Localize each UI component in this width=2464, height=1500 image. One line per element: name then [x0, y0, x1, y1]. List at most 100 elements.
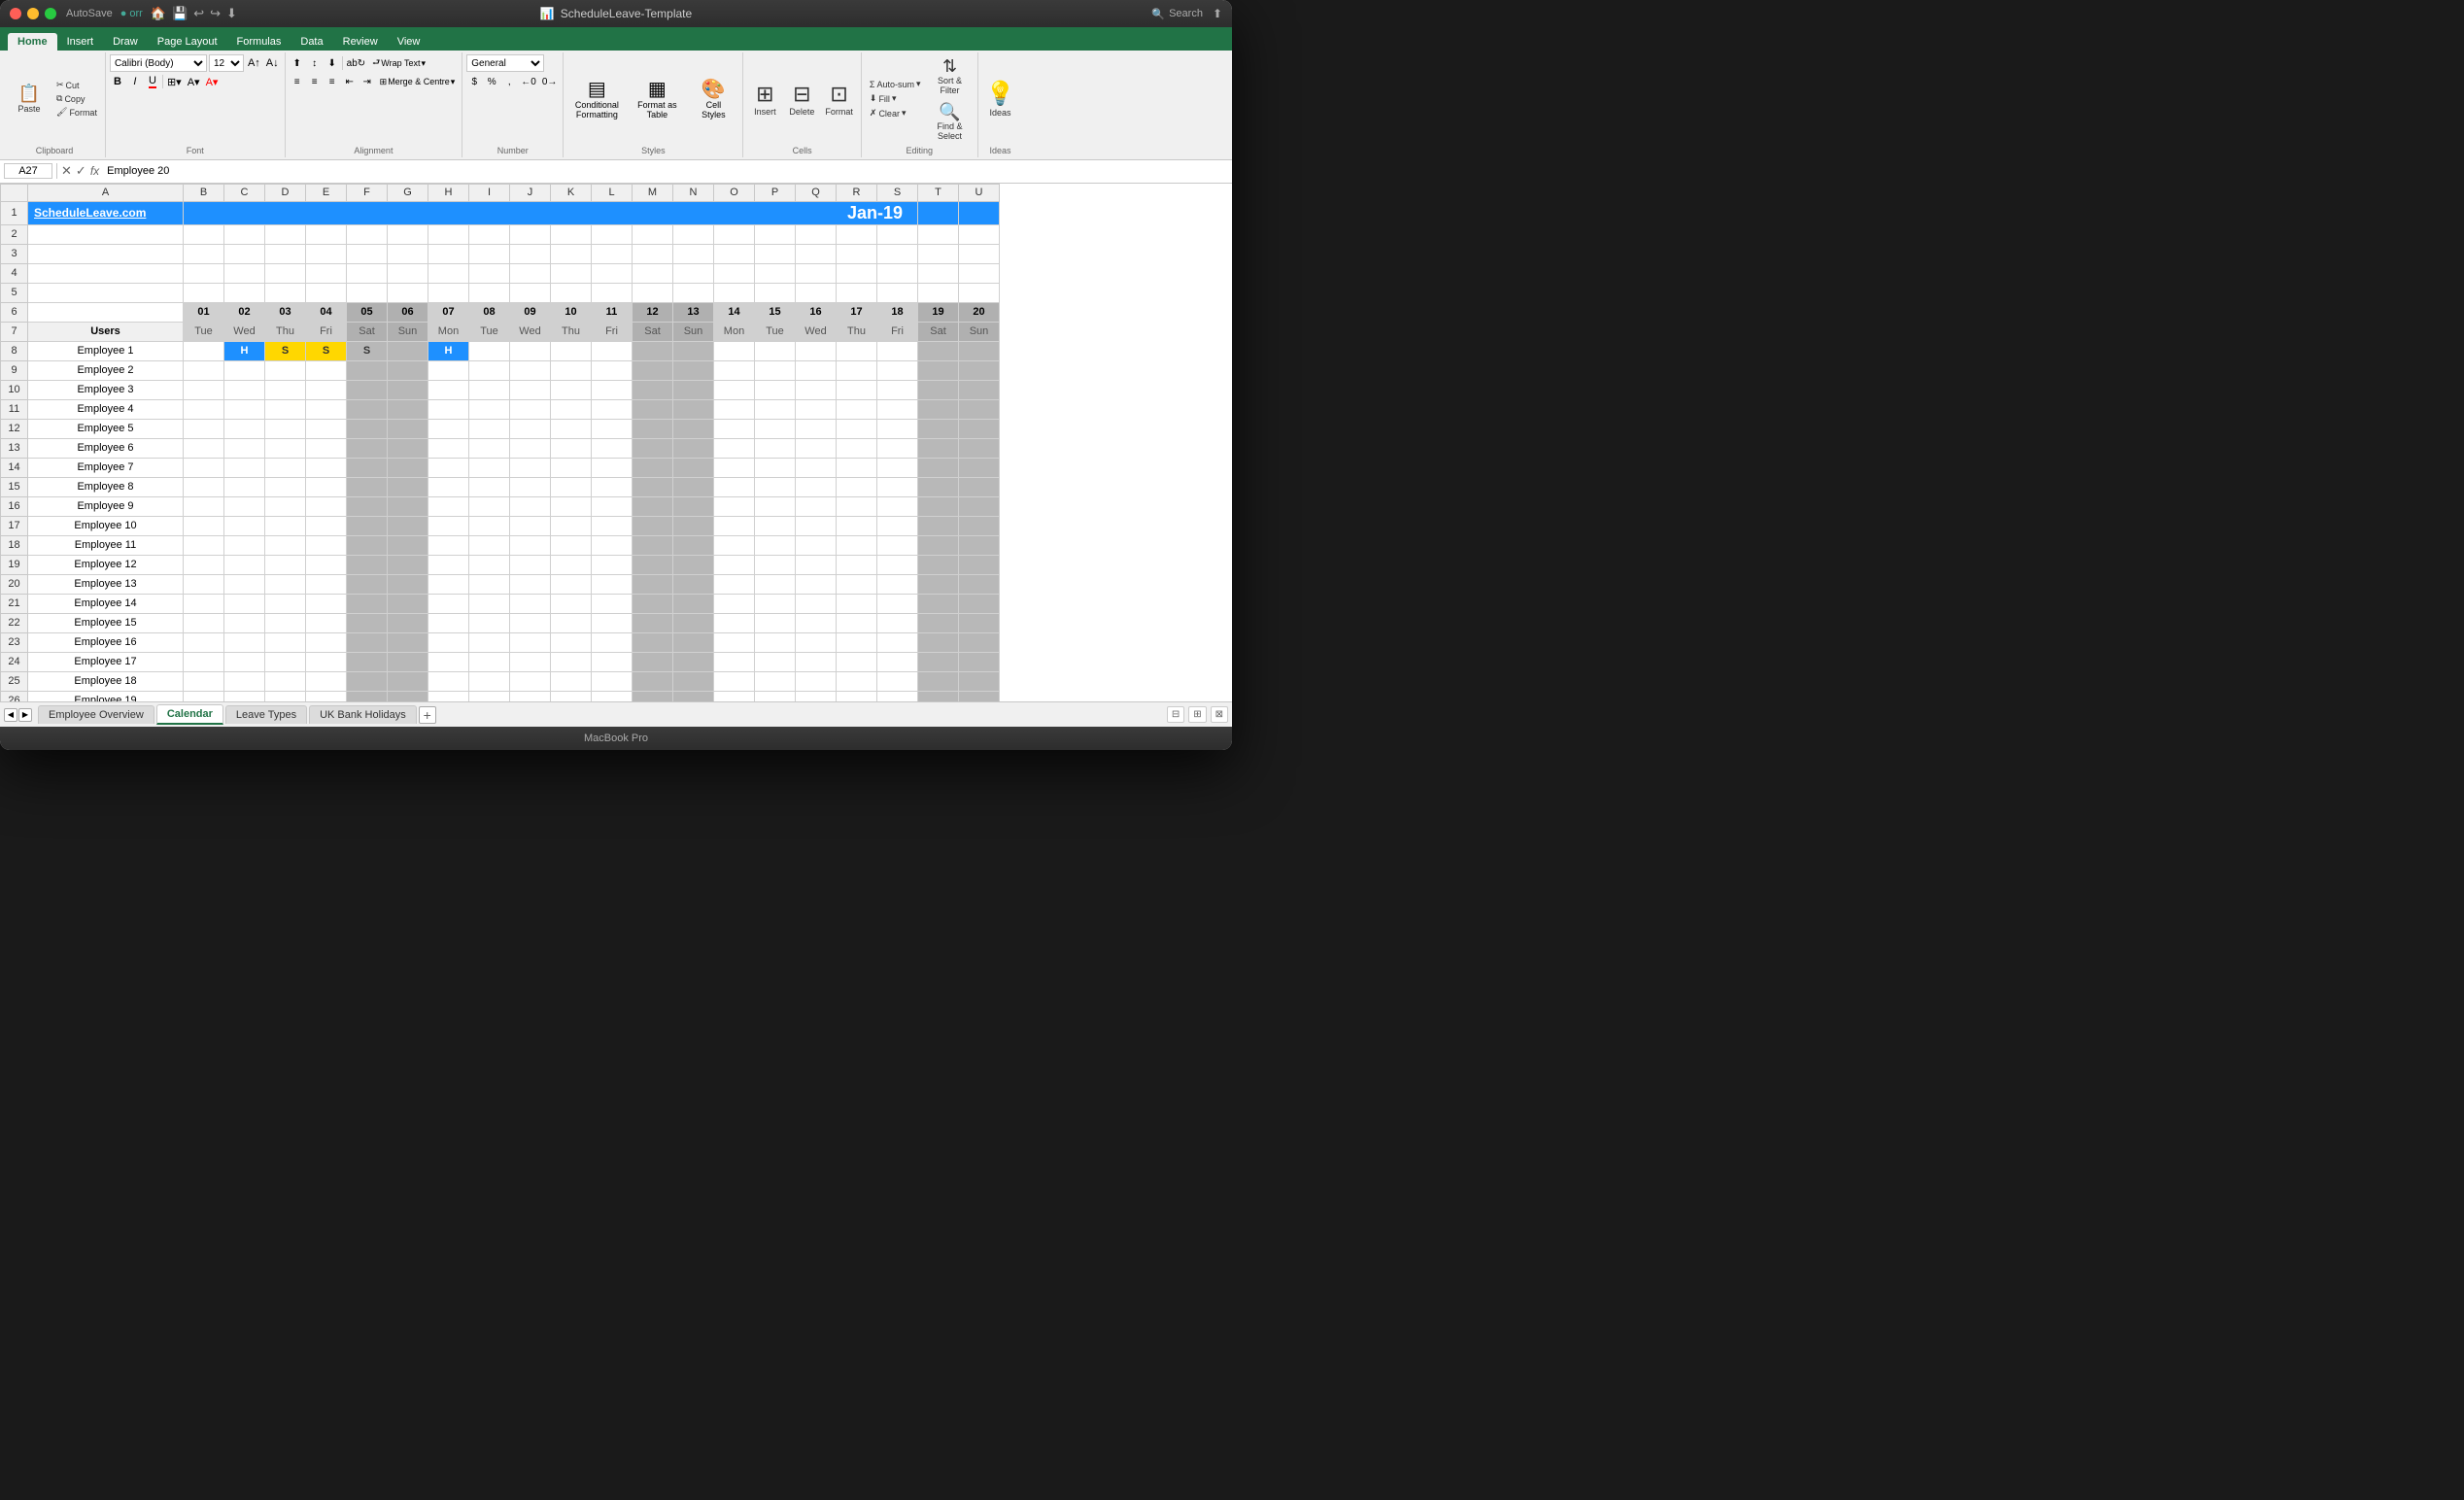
clear-button[interactable]: ✗ Clear▾: [866, 107, 925, 119]
col-header-q[interactable]: Q: [796, 184, 837, 201]
col-header-f[interactable]: F: [347, 184, 388, 201]
e1-m[interactable]: [633, 341, 673, 360]
day-12[interactable]: Sat: [633, 322, 673, 341]
undo-icon[interactable]: ↩: [193, 6, 204, 21]
day-11[interactable]: Fri: [592, 322, 633, 341]
cancel-formula-icon[interactable]: ✕: [61, 163, 72, 179]
underline-button[interactable]: U: [145, 74, 160, 89]
col-header-c[interactable]: C: [224, 184, 265, 201]
cut-button[interactable]: ✂ Cut: [52, 79, 101, 91]
e1-n[interactable]: [673, 341, 714, 360]
sort-filter-button[interactable]: ⇅ Sort & Filter: [927, 54, 974, 98]
increase-font-btn[interactable]: A↑: [246, 55, 262, 71]
day-19[interactable]: Sat: [918, 322, 959, 341]
date-15[interactable]: 15: [755, 302, 796, 322]
col-header-s[interactable]: S: [877, 184, 918, 201]
e1-l[interactable]: [592, 341, 633, 360]
col-header-m[interactable]: M: [633, 184, 673, 201]
copy-button[interactable]: ⧉ Copy: [52, 92, 101, 105]
e1-r[interactable]: [837, 341, 877, 360]
sheet-nav-left[interactable]: ◀: [4, 708, 17, 722]
align-center-btn[interactable]: ≡: [307, 74, 323, 89]
date-17[interactable]: 17: [837, 302, 877, 322]
e1-h-h[interactable]: H: [428, 341, 469, 360]
tab-draw[interactable]: Draw: [103, 33, 148, 51]
date-04[interactable]: 04: [306, 302, 347, 322]
sheet-tab-uk-bank-holidays[interactable]: UK Bank Holidays: [309, 705, 417, 724]
home-icon[interactable]: 🏠: [151, 6, 166, 21]
col-header-p[interactable]: P: [755, 184, 796, 201]
month-header-cell[interactable]: Jan-19: [184, 201, 918, 224]
users-header-cell[interactable]: Users: [28, 322, 184, 341]
maximize-button[interactable]: [45, 8, 56, 19]
decrease-decimal-btn[interactable]: ←0: [519, 74, 538, 89]
cell-styles-button[interactable]: 🎨 Cell Styles: [688, 75, 738, 122]
col-header-j[interactable]: J: [510, 184, 551, 201]
day-16[interactable]: Wed: [796, 322, 837, 341]
col-header-g[interactable]: G: [388, 184, 428, 201]
tab-review[interactable]: Review: [333, 33, 388, 51]
find-select-button[interactable]: 🔍 Find & Select: [927, 100, 974, 144]
wrap-text-button[interactable]: ⮐ Wrap Text▾: [369, 54, 428, 72]
sheet-tab-calendar[interactable]: Calendar: [156, 704, 223, 725]
col-header-r[interactable]: R: [837, 184, 877, 201]
date-12[interactable]: 12: [633, 302, 673, 322]
e1-d-s[interactable]: S: [265, 341, 306, 360]
col-header-b[interactable]: B: [184, 184, 224, 201]
conditional-formatting-button[interactable]: ▤ Conditional Formatting: [567, 75, 626, 122]
percent-btn[interactable]: %: [484, 74, 499, 89]
e1-k[interactable]: [551, 341, 592, 360]
day-09[interactable]: Wed: [510, 322, 551, 341]
day-05[interactable]: Sat: [347, 322, 388, 341]
merge-centre-button[interactable]: ⊞ Merge & Centre▾: [377, 76, 459, 88]
decrease-indent-btn[interactable]: ⇤: [342, 74, 358, 89]
increase-decimal-btn[interactable]: 0→: [540, 74, 560, 89]
day-10[interactable]: Thu: [551, 322, 592, 341]
paste-button[interactable]: 📋 Paste: [8, 83, 51, 116]
e1-t[interactable]: [918, 341, 959, 360]
day-07[interactable]: Mon: [428, 322, 469, 341]
border-button[interactable]: ⊞▾: [165, 74, 184, 89]
day-06[interactable]: Sun: [388, 322, 428, 341]
align-bottom-btn[interactable]: ⬇: [325, 55, 340, 71]
tab-home[interactable]: Home: [8, 33, 57, 51]
bold-button[interactable]: B: [110, 74, 125, 89]
date-06[interactable]: 06: [388, 302, 428, 322]
increase-indent-btn[interactable]: ⇥: [359, 74, 375, 89]
tab-page-layout[interactable]: Page Layout: [148, 33, 227, 51]
formula-input[interactable]: [103, 164, 1228, 178]
col-header-k[interactable]: K: [551, 184, 592, 201]
date-20[interactable]: 20: [959, 302, 1000, 322]
tab-formulas[interactable]: Formulas: [227, 33, 291, 51]
day-15[interactable]: Tue: [755, 322, 796, 341]
ideas-button[interactable]: 💡 Ideas: [982, 78, 1019, 119]
confirm-formula-icon[interactable]: ✓: [76, 163, 86, 179]
fill-color-button[interactable]: A▾: [186, 74, 202, 89]
e1-b[interactable]: [184, 341, 224, 360]
day-14[interactable]: Mon: [714, 322, 755, 341]
empty-cell-1u[interactable]: [959, 201, 1000, 224]
date-19[interactable]: 19: [918, 302, 959, 322]
close-button[interactable]: [10, 8, 21, 19]
date-18[interactable]: 18: [877, 302, 918, 322]
col-header-u[interactable]: U: [959, 184, 1000, 201]
col-header-d[interactable]: D: [265, 184, 306, 201]
search-icon[interactable]: 🔍: [1151, 8, 1165, 20]
e1-c-h[interactable]: H: [224, 341, 265, 360]
date-09[interactable]: 09: [510, 302, 551, 322]
date-11[interactable]: 11: [592, 302, 633, 322]
align-left-btn[interactable]: ≡: [290, 74, 305, 89]
sheet-tab-employee-overview[interactable]: Employee Overview: [38, 705, 154, 724]
date-14[interactable]: 14: [714, 302, 755, 322]
fill-button[interactable]: ⬇ Fill▾: [866, 92, 925, 105]
day-08[interactable]: Tue: [469, 322, 510, 341]
page-break-view-btn[interactable]: ⊠: [1211, 706, 1228, 723]
col-header-e[interactable]: E: [306, 184, 347, 201]
day-03[interactable]: Thu: [265, 322, 306, 341]
e1-i[interactable]: [469, 341, 510, 360]
date-13[interactable]: 13: [673, 302, 714, 322]
col-header-n[interactable]: N: [673, 184, 714, 201]
e1-q[interactable]: [796, 341, 837, 360]
col-header-h[interactable]: H: [428, 184, 469, 201]
col-header-a[interactable]: A: [28, 184, 184, 201]
